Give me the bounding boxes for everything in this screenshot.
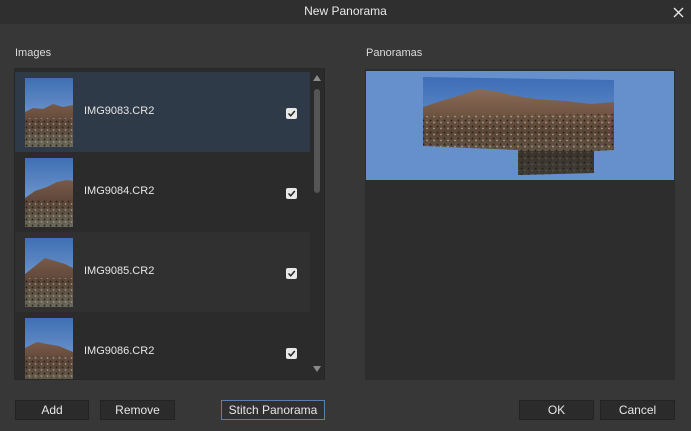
- image-include-checkbox[interactable]: [286, 268, 297, 279]
- image-thumbnail: [25, 238, 73, 307]
- image-name: IMG9084.CR2: [84, 185, 155, 197]
- dialog-title: New Panorama: [304, 4, 387, 18]
- triangle-down-icon: [313, 366, 321, 372]
- scroll-thumb[interactable]: [314, 89, 320, 193]
- scroll-down-button[interactable]: [313, 365, 321, 373]
- images-scrollbar[interactable]: [310, 69, 324, 379]
- remove-button[interactable]: Remove: [100, 400, 175, 420]
- close-button[interactable]: [667, 1, 689, 23]
- add-button[interactable]: Add: [15, 400, 89, 420]
- panorama-preview[interactable]: [366, 71, 674, 180]
- panorama-panel: [365, 69, 675, 380]
- close-icon: [673, 7, 683, 17]
- panoramas-label: Panoramas: [366, 47, 423, 59]
- image-thumbnail: [25, 158, 73, 227]
- checkmark-icon: [287, 110, 296, 117]
- image-list-item[interactable]: IMG9085.CR2: [15, 232, 310, 312]
- scroll-up-button[interactable]: [313, 74, 321, 82]
- triangle-up-icon: [313, 75, 321, 81]
- title-bar: New Panorama: [0, 0, 691, 24]
- image-name: IMG9085.CR2: [84, 265, 155, 277]
- image-include-checkbox[interactable]: [286, 348, 297, 359]
- image-include-checkbox[interactable]: [286, 188, 297, 199]
- stitch-panorama-button[interactable]: Stitch Panorama: [221, 400, 325, 420]
- image-name: IMG9086.CR2: [84, 345, 155, 357]
- image-list-item[interactable]: IMG9083.CR2: [15, 72, 310, 152]
- checkmark-icon: [287, 350, 296, 357]
- images-list[interactable]: IMG9083.CR2 IMG9084.CR2 IMG9085.CR2 IMG9…: [14, 68, 325, 380]
- checkmark-icon: [287, 190, 296, 197]
- cancel-button[interactable]: Cancel: [600, 400, 675, 420]
- image-thumbnail: [25, 78, 73, 147]
- image-thumbnail: [25, 318, 73, 379]
- image-list-item[interactable]: IMG9084.CR2: [15, 152, 310, 232]
- images-label: Images: [15, 47, 52, 59]
- image-name: IMG9083.CR2: [84, 105, 155, 117]
- image-include-checkbox[interactable]: [286, 108, 297, 119]
- image-list-item[interactable]: IMG9086.CR2: [15, 312, 310, 379]
- ok-button[interactable]: OK: [519, 400, 594, 420]
- checkmark-icon: [287, 270, 296, 277]
